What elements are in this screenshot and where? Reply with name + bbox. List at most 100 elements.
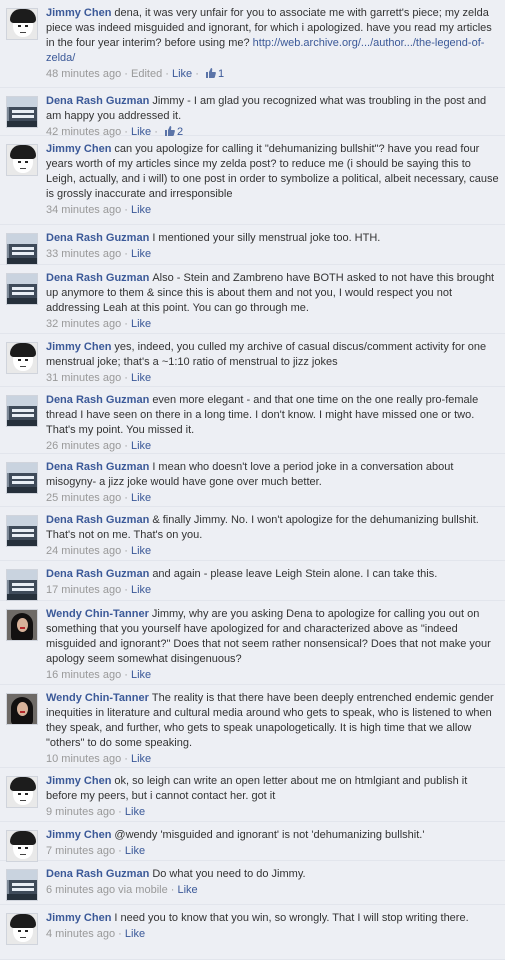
comment-meta: 10 minutes ago · Like <box>46 753 152 765</box>
jimmy-avatar[interactable] <box>6 830 38 862</box>
timestamp[interactable]: 32 minutes ago <box>46 318 121 330</box>
timestamp[interactable]: 7 minutes ago <box>46 845 115 857</box>
author-name-link[interactable]: Wendy Chin-Tanner <box>46 692 149 704</box>
comment-body: Dena Rash Guzman & finally Jimmy. No. I w… <box>46 513 499 559</box>
comment-body: Wendy Chin-Tanner The reality is that the… <box>46 691 499 767</box>
timestamp[interactable]: 24 minutes ago <box>46 545 121 557</box>
dena-avatar[interactable] <box>6 96 38 128</box>
like-link[interactable]: Like <box>125 928 145 940</box>
author-name-link[interactable]: Dena Rash Guzman <box>46 514 149 526</box>
dena-avatar[interactable] <box>6 515 38 547</box>
like-link[interactable]: Like <box>131 248 151 260</box>
timestamp[interactable]: 33 minutes ago <box>46 248 121 260</box>
author-name-link[interactable]: Jimmy Chen <box>46 912 111 924</box>
comment: Wendy Chin-Tanner The reality is that the… <box>0 685 505 768</box>
jimmy-avatar[interactable] <box>6 776 38 808</box>
dena-avatar[interactable] <box>6 569 38 601</box>
thumbs-up-icon <box>164 126 175 136</box>
timestamp[interactable]: 16 minutes ago <box>46 669 121 681</box>
wendy-avatar[interactable] <box>6 693 38 725</box>
like-link[interactable]: Like <box>131 440 151 452</box>
comment: Jimmy Chen dena, it was very unfair for y… <box>0 0 505 88</box>
timestamp[interactable]: 9 minutes ago <box>46 806 115 818</box>
comment: Dena Rash Guzman & finally Jimmy. No. I w… <box>0 507 505 561</box>
like-link[interactable]: Like <box>131 669 151 681</box>
comment-text: Do what you need to do Jimmy. <box>152 868 306 880</box>
dena-avatar[interactable] <box>6 462 38 494</box>
timestamp[interactable]: 34 minutes ago <box>46 204 121 216</box>
comment-text: can you apologize for calling it "dehuma… <box>46 143 502 200</box>
comment-body: Jimmy Chen can you apologize for calling … <box>46 142 499 218</box>
comment-body: Jimmy Chen yes, indeed, you culled my arc… <box>46 340 499 386</box>
timestamp[interactable]: 17 minutes ago <box>46 584 121 596</box>
author-name-link[interactable]: Dena Rash Guzman <box>46 95 149 107</box>
like-link[interactable]: Like <box>125 845 145 857</box>
author-name-link[interactable]: Jimmy Chen <box>46 341 111 353</box>
like-link[interactable]: Like <box>125 806 145 818</box>
author-name-link[interactable]: Jimmy Chen <box>46 775 111 787</box>
comment-meta: 16 minutes ago · Like <box>46 669 152 681</box>
like-link[interactable]: Like <box>131 545 151 557</box>
comment-meta: 25 minutes ago · Like <box>46 492 152 504</box>
comment: Jimmy Chen @wendy 'misguided and ignorant… <box>0 822 505 862</box>
like-link[interactable]: Like <box>131 372 151 384</box>
timestamp[interactable]: 26 minutes ago <box>46 440 121 452</box>
like-link[interactable]: Like <box>131 584 151 596</box>
comment: Dena Rash Guzman Jimmy - I am glad you re… <box>0 88 505 138</box>
dena-avatar[interactable] <box>6 233 38 265</box>
like-link[interactable]: Like <box>131 318 151 330</box>
jimmy-avatar[interactable] <box>6 144 38 176</box>
jimmy-avatar[interactable] <box>6 342 38 374</box>
author-name-link[interactable]: Dena Rash Guzman <box>46 568 149 580</box>
like-link[interactable]: Like <box>172 68 192 80</box>
author-name-link[interactable]: Jimmy Chen <box>46 829 111 841</box>
comment-body: Dena Rash Guzman Jimmy - I am glad you re… <box>46 94 499 140</box>
comment-body: Dena Rash Guzman Also - Stein and Zambren… <box>46 271 499 332</box>
comment-text: I mentioned your silly menstrual joke to… <box>152 232 381 244</box>
author-name-link[interactable]: Dena Rash Guzman <box>46 232 149 244</box>
comment-body: Dena Rash Guzman and again - please leave… <box>46 567 499 598</box>
jimmy-avatar[interactable] <box>6 8 38 40</box>
author-name-link[interactable]: Dena Rash Guzman <box>46 272 149 284</box>
comment-body: Dena Rash Guzman I mentioned your silly m… <box>46 231 499 262</box>
author-name-link[interactable]: Dena Rash Guzman <box>46 394 149 406</box>
timestamp[interactable]: 31 minutes ago <box>46 372 121 384</box>
timestamp[interactable]: 6 minutes ago <box>46 884 115 896</box>
author-name-link[interactable]: Jimmy Chen <box>46 7 111 19</box>
comment-meta: 31 minutes ago · Like <box>46 372 152 384</box>
comment-meta: 4 minutes ago · Like <box>46 928 146 940</box>
edited-label[interactable]: Edited <box>131 68 162 80</box>
like-count[interactable]: 1 <box>202 68 224 80</box>
comment-meta: 7 minutes ago · Like <box>46 845 146 857</box>
author-name-link[interactable]: Dena Rash Guzman <box>46 461 149 473</box>
author-name-link[interactable]: Jimmy Chen <box>46 143 111 155</box>
comment-text: @wendy 'misguided and ignorant' is not '… <box>114 829 425 841</box>
comment-text: I need you to know that you win, so wron… <box>114 912 469 924</box>
timestamp[interactable]: 4 minutes ago <box>46 928 115 940</box>
like-link[interactable]: Like <box>131 492 151 504</box>
dena-avatar[interactable] <box>6 395 38 427</box>
like-link[interactable]: Like <box>177 884 197 896</box>
comment-body: Dena Rash Guzman even more elegant - and … <box>46 393 499 454</box>
timestamp[interactable]: 10 minutes ago <box>46 753 121 765</box>
thumbs-up-icon <box>205 68 216 78</box>
comment-body: Jimmy Chen ok, so leigh can write an open… <box>46 774 499 820</box>
comment: Jimmy Chen ok, so leigh can write an open… <box>0 768 505 822</box>
dena-avatar[interactable] <box>6 273 38 305</box>
comment-text: and again - please leave Leigh Stein alo… <box>152 568 438 580</box>
dena-avatar[interactable] <box>6 869 38 901</box>
timestamp[interactable]: 25 minutes ago <box>46 492 121 504</box>
author-name-link[interactable]: Wendy Chin-Tanner <box>46 608 149 620</box>
via-mobile-label: via mobile <box>118 884 168 896</box>
comment-body: Dena Rash Guzman Do what you need to do J… <box>46 867 499 898</box>
timestamp[interactable]: 48 minutes ago <box>46 68 121 80</box>
jimmy-avatar[interactable] <box>6 913 38 945</box>
comment: Dena Rash Guzman I mentioned your silly m… <box>0 225 505 265</box>
author-name-link[interactable]: Dena Rash Guzman <box>46 868 149 880</box>
like-link[interactable]: Like <box>131 204 151 216</box>
comment: Jimmy Chen can you apologize for calling … <box>0 136 505 225</box>
comment-body: Jimmy Chen dena, it was very unfair for y… <box>46 6 499 82</box>
comment-meta: 17 minutes ago · Like <box>46 584 152 596</box>
wendy-avatar[interactable] <box>6 609 38 641</box>
like-link[interactable]: Like <box>131 753 151 765</box>
